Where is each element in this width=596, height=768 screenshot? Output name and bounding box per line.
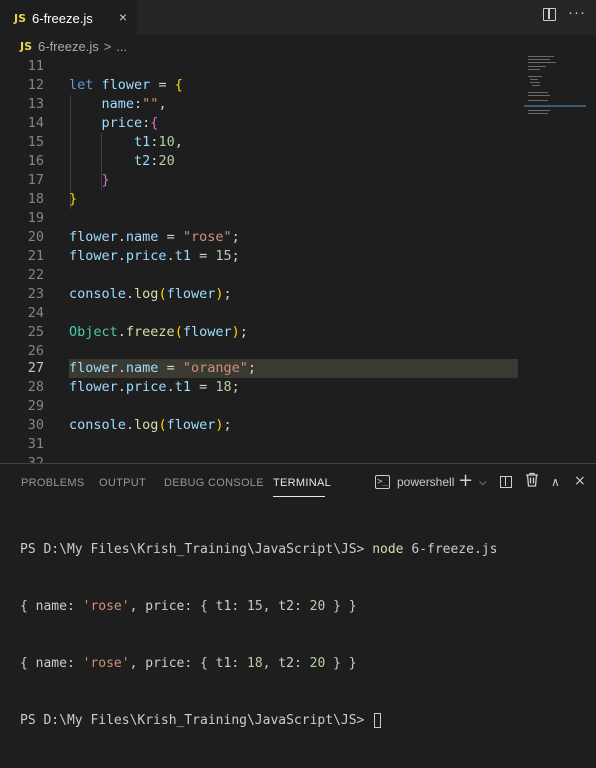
active-tab-indicator: [273, 496, 325, 497]
line-number: 31: [27, 436, 44, 452]
code-line: 16 t2:20: [0, 152, 520, 171]
code-line: 24: [0, 304, 520, 323]
code-line: 21 flower.price.t1 = 15;: [0, 247, 520, 266]
line-number: 28: [27, 379, 44, 395]
tab-debug-console[interactable]: DEBUG CONSOLE: [164, 477, 264, 489]
code-line: 23 console.log(flower);: [0, 285, 520, 304]
line-number: 24: [27, 305, 44, 321]
breadcrumb-file[interactable]: 6-freeze.js: [38, 39, 99, 54]
terminal-shell-label[interactable]: powershell: [397, 475, 454, 489]
code-line: 11: [0, 57, 520, 76]
code-line: 18}: [0, 190, 520, 209]
code-line: 13 name:"",: [0, 95, 520, 114]
maximize-panel-icon[interactable]: ∧: [551, 475, 560, 489]
code-line-current: 27 flower.name = "orange";: [0, 359, 520, 378]
line-number: 23: [27, 286, 44, 302]
editor-tab-bar: JS 6-freeze.js × ···: [0, 0, 596, 35]
breadcrumb-more[interactable]: ...: [116, 39, 127, 54]
line-number: 27: [27, 360, 44, 376]
minimap-viewport: [524, 105, 586, 107]
new-terminal-icon[interactable]: +: [458, 470, 473, 491]
editor-scrollbar[interactable]: [583, 57, 596, 463]
line-number: 30: [27, 417, 44, 433]
tab-problems[interactable]: PROBLEMS: [21, 477, 85, 489]
line-number: 12: [27, 77, 44, 93]
code-line: 19: [0, 209, 520, 228]
js-file-icon: JS: [14, 11, 27, 25]
line-number: 21: [27, 248, 44, 264]
code-line: 14 price:{: [0, 114, 520, 133]
terminal-icon: >_: [375, 475, 390, 489]
code-line: 31: [0, 435, 520, 454]
line-number: 14: [27, 115, 44, 131]
terminal-line: { name: 'rose', price: { t1: 18, t2: 20 …: [20, 656, 357, 671]
code-line: 20 flower.name = "rose";: [0, 228, 520, 247]
line-number: 17: [27, 172, 44, 188]
line-number: 13: [27, 96, 44, 112]
code-line: 32: [0, 454, 520, 463]
line-number: 25: [27, 324, 44, 340]
code-line: 29: [0, 397, 520, 416]
tab-label: 6-freeze.js: [32, 10, 93, 26]
line-number: 32: [27, 455, 44, 463]
code-line: 22: [0, 266, 520, 285]
line-number: 15: [27, 134, 44, 150]
tab-terminal[interactable]: TERMINAL: [273, 477, 331, 489]
more-actions-icon[interactable]: ···: [568, 4, 586, 21]
line-number: 18: [27, 191, 44, 207]
bottom-panel: PROBLEMS OUTPUT DEBUG CONSOLE TERMINAL >…: [0, 463, 596, 728]
terminal-cursor: [374, 713, 382, 728]
minimap[interactable]: [524, 52, 564, 122]
code-line: 28 flower.price.t1 = 18;: [0, 378, 520, 397]
line-number: 29: [27, 398, 44, 414]
code-line: 17 }: [0, 171, 520, 190]
js-file-icon: JS: [20, 39, 33, 53]
terminal-line: PS D:\My Files\Krish_Training\JavaScript…: [20, 711, 497, 730]
breadcrumb-separator: >: [103, 38, 112, 54]
terminal-line: PS D:\My Files\Krish_Training\JavaScript…: [20, 542, 498, 557]
tab-6-freeze-js[interactable]: JS 6-freeze.js ×: [0, 0, 137, 35]
code-line: 12 let flower = {: [0, 76, 520, 95]
close-panel-icon[interactable]: ×: [574, 473, 586, 489]
code-line: 25 Object.freeze(flower);: [0, 323, 520, 342]
line-number: 11: [27, 58, 44, 74]
line-number: 20: [27, 229, 44, 245]
code-line: 15 t1:10,: [0, 133, 520, 152]
terminal-output[interactable]: PS D:\My Files\Krish_Training\JavaScript…: [20, 502, 497, 768]
tab-output[interactable]: OUTPUT: [99, 477, 146, 489]
line-number: 19: [27, 210, 44, 226]
close-tab-icon[interactable]: ×: [119, 9, 127, 25]
trash-icon[interactable]: [525, 472, 539, 491]
breadcrumb: JS 6-freeze.js > ...: [0, 35, 596, 57]
line-number: 16: [27, 153, 44, 169]
code-editor[interactable]: 11 12 let flower = { 13 name:"", 14 price…: [0, 57, 596, 463]
chevron-down-icon[interactable]: ⌵: [479, 477, 487, 488]
split-terminal-icon[interactable]: [500, 476, 512, 488]
terminal-line: { name: 'rose', price: { t1: 15, t2: 20 …: [20, 599, 357, 614]
line-number: 22: [27, 267, 44, 283]
split-editor-icon[interactable]: [543, 8, 556, 21]
code-line: 30 console.log(flower);: [0, 416, 520, 435]
